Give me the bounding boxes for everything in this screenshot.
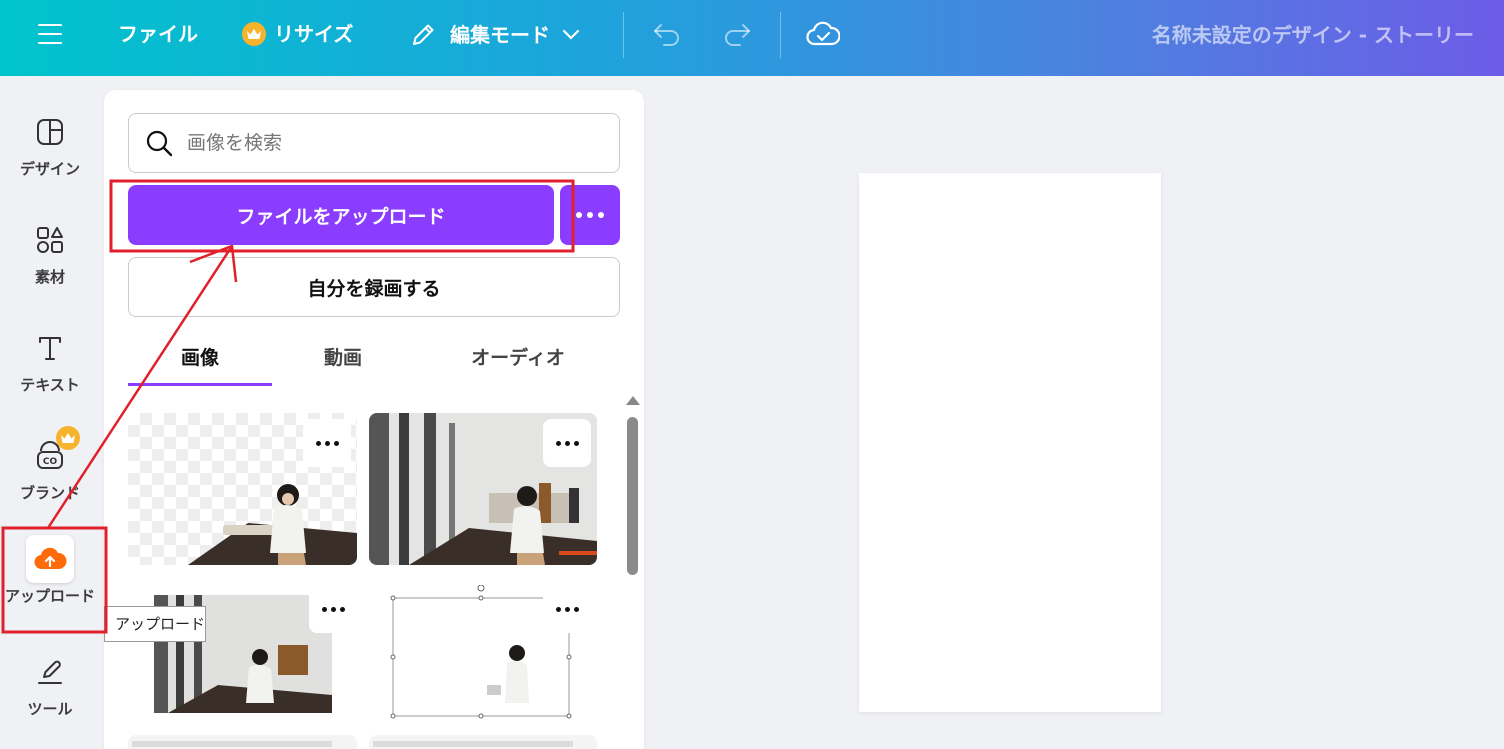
nav-label: ブランド [19,484,80,502]
crown-icon [242,22,266,46]
nav-label: ツール [27,700,73,718]
tab-videos[interactable]: 動画 [272,338,414,386]
upload-files-button[interactable]: ファイルをアップロード [128,185,554,245]
uploaded-image-thumbnail[interactable] [369,735,597,749]
cloud-check-icon [806,21,841,46]
nav-label: アップロード [4,587,95,605]
uploaded-image-thumbnail[interactable] [369,413,597,565]
uploaded-image-thumbnail[interactable] [128,735,357,749]
uploads-panel: ファイルをアップロード 自分を録画する 画像 動画 オーディオ [104,90,644,749]
tab-images[interactable]: 画像 [128,338,272,386]
side-navigation: デザイン 素材 テキスト CO ブランド アップロード ツール [0,76,104,749]
thumbnail-more-button[interactable] [543,419,591,467]
draw-tool-icon [38,660,62,684]
undo-icon [654,24,679,46]
edit-mode-label: 編集モード [450,23,550,47]
uploaded-image-thumbnail[interactable] [369,585,597,720]
text-icon [39,337,61,360]
record-yourself-button[interactable]: 自分を録画する [128,257,620,317]
chevron-down-icon [562,29,580,40]
pencil-icon [413,24,434,45]
undo-button[interactable] [652,20,682,52]
nav-label: 素材 [34,268,65,286]
scroll-up-arrow[interactable] [626,396,640,405]
thumbnail-more-button[interactable] [309,585,357,633]
design-canvas-page[interactable] [859,173,1161,712]
file-menu-button[interactable]: ファイル [118,20,198,48]
uploaded-image-thumbnail[interactable] [128,413,357,565]
search-input[interactable] [187,132,607,154]
shapes-icon [37,227,63,253]
thumbnail-more-button[interactable] [543,585,591,633]
crown-icon [56,426,80,450]
uploads-tooltip: アップロード [104,606,206,642]
cloud-upload-icon [34,547,67,570]
redo-button[interactable] [722,20,752,52]
more-icon [576,212,582,218]
cloud-save-button[interactable] [806,20,841,52]
search-icon [146,130,173,157]
nav-label: デザイン [19,160,80,178]
more-options-button[interactable] [560,185,620,245]
design-title[interactable]: 名称未設定のデザイン - ストーリー [1152,22,1474,48]
top-toolbar: ファイル リサイズ 編集モード 名称未設定のデザイン - ストーリー [0,0,1504,76]
nav-item-design[interactable]: デザイン [0,108,100,179]
nav-item-tools[interactable]: ツール [0,648,100,719]
menu-icon[interactable] [38,24,62,44]
thumbnail-more-button[interactable] [303,419,351,467]
redo-icon [725,24,750,46]
nav-item-elements[interactable]: 素材 [0,216,100,287]
header-divider [780,12,781,58]
resize-button[interactable]: リサイズ [242,20,353,48]
nav-label: テキスト [20,376,80,394]
edit-mode-dropdown[interactable]: 編集モード [408,20,580,50]
nav-item-text[interactable]: テキスト [0,324,100,395]
resize-label: リサイズ [274,22,354,46]
layout-icon [37,119,63,145]
nav-item-brand[interactable]: CO ブランド [0,426,100,503]
tab-audio[interactable]: オーディオ [428,338,608,386]
nav-item-uploads[interactable]: アップロード [0,535,100,606]
scrollbar-thumb[interactable] [627,417,638,575]
search-box[interactable] [128,113,620,173]
media-tabs: 画像 動画 オーディオ [128,338,620,388]
svg-text:CO: CO [43,457,58,467]
header-divider [623,12,624,58]
